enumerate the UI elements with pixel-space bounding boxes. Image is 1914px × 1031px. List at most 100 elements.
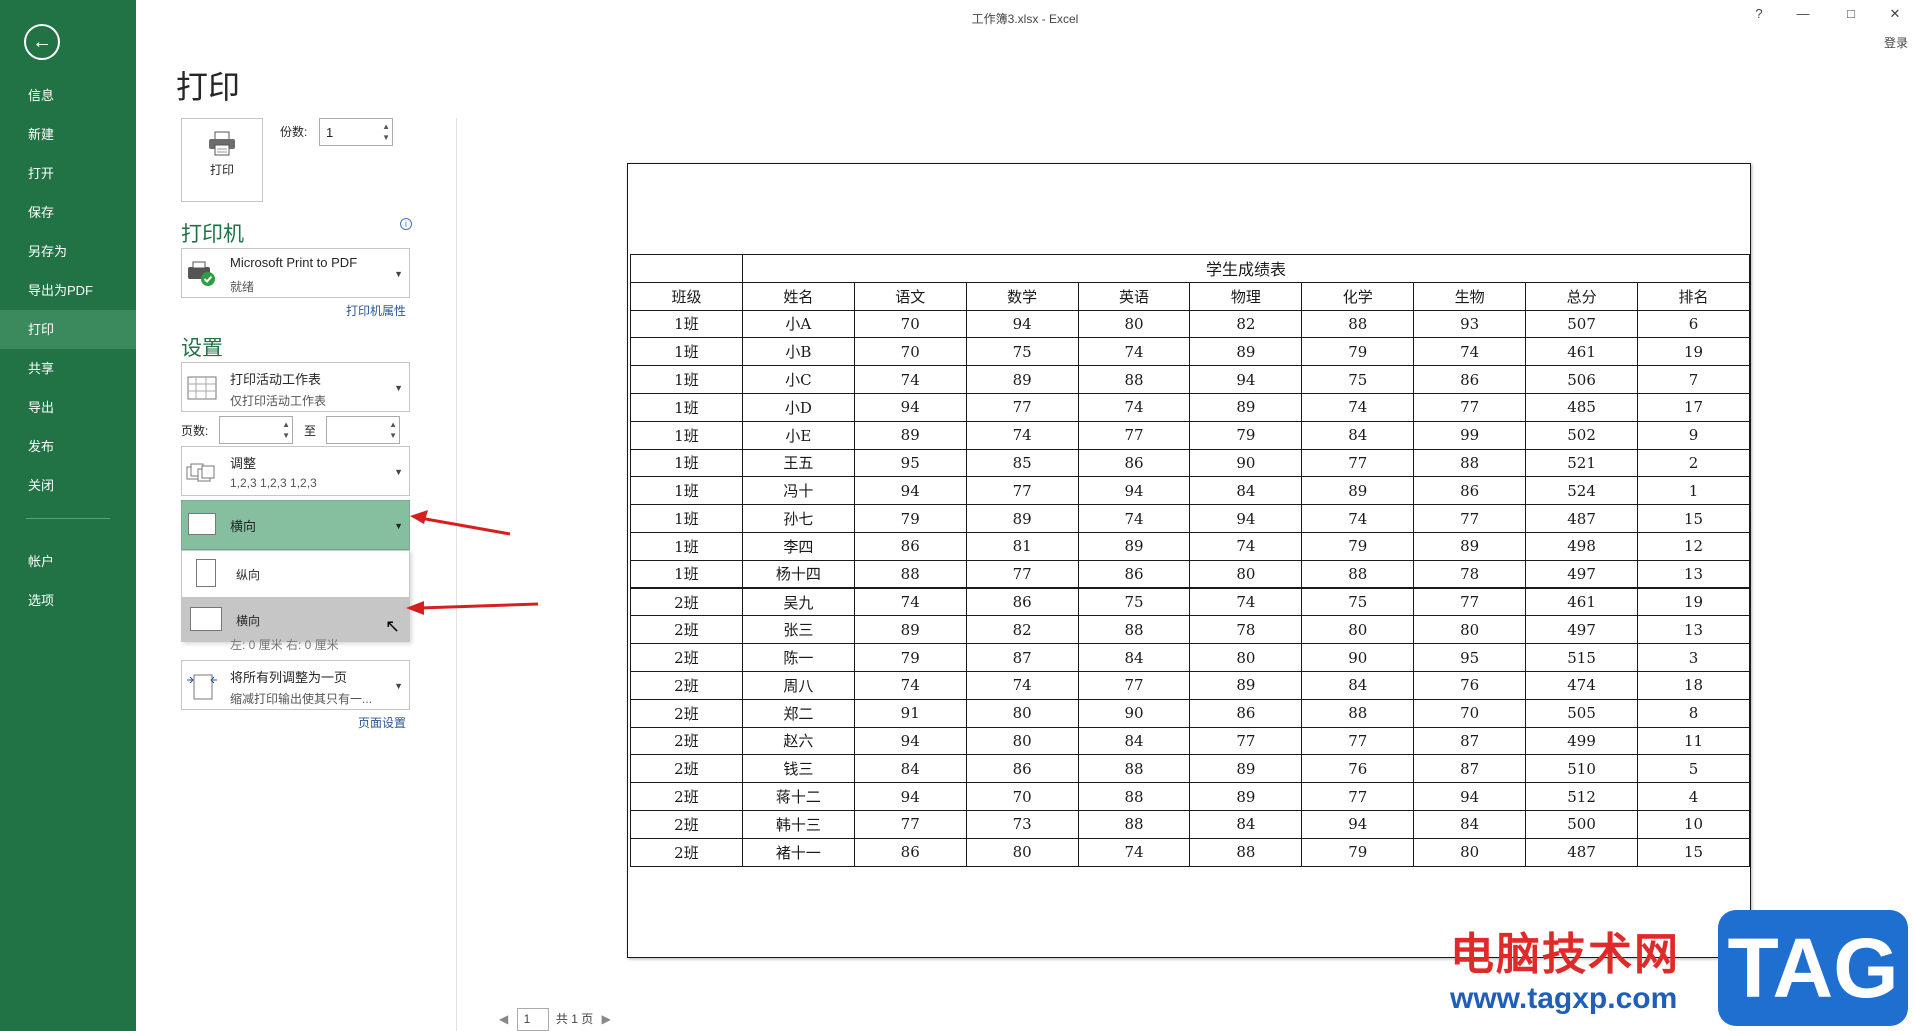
chevron-down-icon: ▼ (394, 269, 403, 279)
page-navigator: ◀ 1 共 1 页 ▶ (494, 1008, 616, 1031)
chevron-down-icon: ▼ (394, 521, 403, 531)
table-row: 2班 蒋十二 94 70 88 89 77 94 512 4 (630, 782, 1750, 811)
table-cell: 12 (1637, 531, 1750, 561)
table-cell: 80 (1301, 615, 1415, 645)
table-cell: 88 (1301, 559, 1415, 590)
table-cell: 70 (853, 337, 967, 367)
fit-columns-icon (186, 671, 218, 701)
table-cell: 88 (1077, 615, 1191, 645)
nav-item[interactable]: 共享 (0, 349, 136, 388)
page-setup-link[interactable]: 页面设置 (358, 714, 406, 731)
table-cell: 524 (1525, 476, 1639, 506)
table-cell: 19 (1637, 587, 1750, 617)
table-cell: 89 (1189, 754, 1303, 784)
table-cell: 77 (1413, 392, 1527, 422)
nav-item[interactable]: 关闭 (0, 466, 136, 505)
annotation-arrowhead-1 (410, 510, 428, 524)
login-link[interactable]: 登录 (1884, 34, 1908, 51)
sheet-grid-icon (186, 373, 218, 403)
prev-page-icon[interactable]: ◀ (499, 1012, 508, 1026)
stepper-arrows-icon[interactable]: ▲ ▼ (389, 419, 397, 441)
nav-item[interactable]: 帐户 (0, 542, 136, 581)
orientation-dropdown[interactable]: 横向 ▼ (181, 500, 410, 550)
stepper-arrows-icon[interactable]: ▲ ▼ (282, 419, 290, 441)
table-cell: 82 (1189, 309, 1303, 339)
table-row: 1班 小A 70 94 80 82 88 93 507 6 (630, 309, 1750, 339)
table-cell: 74 (1077, 504, 1191, 533)
nav-item[interactable]: 选项 (0, 581, 136, 620)
table-cell: 70 (965, 782, 1079, 811)
table-cell: 94 (1189, 504, 1303, 533)
table-cell: 77 (1301, 782, 1415, 811)
table-cell: 77 (1077, 420, 1191, 450)
table-cell: 77 (1413, 504, 1527, 533)
table-cell: 74 (1189, 531, 1303, 561)
table-cell: 89 (965, 365, 1079, 394)
landscape-page-icon (190, 607, 222, 631)
info-icon[interactable]: i (400, 218, 412, 230)
table-cell: 94 (965, 309, 1079, 339)
printer-name: Microsoft Print to PDF (230, 255, 358, 270)
table-cell: 81 (965, 531, 1079, 561)
nav-item[interactable]: 打印 (0, 310, 136, 349)
pages-from-field[interactable]: ▲ ▼ (219, 416, 293, 444)
nav-item[interactable]: 导出 (0, 388, 136, 427)
table-cell: 74 (853, 587, 967, 617)
printer-dropdown[interactable]: Microsoft Print to PDF 就绪 ▼ (181, 248, 410, 298)
table-cell: 79 (1301, 837, 1415, 867)
help-icon[interactable]: ? (1744, 6, 1774, 21)
close-icon[interactable]: ✕ (1880, 6, 1910, 22)
scaling-dropdown[interactable]: 将所有列调整为一页 缩减打印输出使其只有一... ▼ (181, 660, 410, 710)
copies-stepper[interactable]: 1 ▲ ▼ (319, 118, 393, 146)
table-cell: 79 (853, 504, 967, 533)
print-button[interactable]: 打印 (181, 118, 263, 202)
collate-dropdown[interactable]: 调整 1,2,3 1,2,3 1,2,3 ▼ (181, 446, 410, 496)
table-cell: 89 (1413, 531, 1527, 561)
table-cell: 89 (965, 504, 1079, 533)
table-row: 2班 褚十一 86 80 74 88 79 80 487 15 (630, 837, 1750, 867)
minimize-icon[interactable]: — (1788, 6, 1818, 21)
table-cell: 94 (853, 726, 967, 756)
orientation-option-portrait[interactable]: 纵向 (182, 551, 409, 595)
table-cell: 74 (1077, 392, 1191, 422)
current-page-field[interactable]: 1 (516, 1008, 549, 1031)
table-cell: 赵六 (741, 726, 855, 756)
table-cell: 1班 (630, 392, 743, 422)
table-cell: 77 (965, 476, 1079, 506)
maximize-icon[interactable]: □ (1836, 6, 1866, 21)
table-row: 2班 赵六 94 80 84 77 77 87 499 11 (630, 726, 1750, 756)
print-preview-page: 学生成绩表 班级 姓名 语文 数学 英语 物理 化学 生物 总分 排名 1班 小A 70 94 80 82 88 9… (627, 163, 1751, 958)
nav-item[interactable]: 新建 (0, 115, 136, 154)
table-cell: 89 (853, 420, 967, 450)
nav-item[interactable]: 导出为PDF (0, 271, 136, 310)
table-row: 2班 陈一 79 87 84 80 90 95 515 3 (630, 643, 1750, 672)
back-arrow-icon[interactable]: ← (24, 24, 60, 60)
table-cell: 89 (1189, 782, 1303, 811)
table-cell: 461 (1525, 587, 1639, 617)
stepper-arrows-icon[interactable]: ▲ ▼ (382, 121, 390, 143)
orientation-option-landscape[interactable]: 横向 (182, 597, 409, 641)
printer-properties-link[interactable]: 打印机属性 (346, 302, 406, 319)
table-cell: 88 (1301, 698, 1415, 728)
nav-item[interactable]: 保存 (0, 193, 136, 232)
nav-item[interactable]: 信息 (0, 76, 136, 115)
nav-item[interactable]: 另存为 (0, 232, 136, 271)
collate-sub: 1,2,3 1,2,3 1,2,3 (230, 476, 317, 490)
table-cell: 80 (1077, 309, 1191, 339)
table-cell: 80 (965, 726, 1079, 756)
print-scope-dropdown[interactable]: 打印活动工作表 仅打印活动工作表 ▼ (181, 362, 410, 412)
table-cell: 李四 (741, 531, 855, 561)
table-row: 1班 小E 89 74 77 79 84 99 502 9 (630, 420, 1750, 450)
orientation-option-label: 纵向 (236, 568, 261, 582)
table-cell: 498 (1525, 531, 1639, 561)
pages-to-field[interactable]: ▲ ▼ (326, 416, 400, 444)
next-page-icon[interactable]: ▶ (602, 1012, 611, 1026)
column-header: 化学 (1301, 281, 1415, 311)
table-cell: 74 (965, 420, 1079, 450)
printer-ready-icon (186, 259, 218, 289)
table-cell: 84 (1301, 670, 1415, 700)
table-cell: 512 (1525, 782, 1639, 811)
nav-item[interactable]: 发布 (0, 427, 136, 466)
chevron-down-icon: ▼ (394, 681, 403, 691)
nav-item[interactable]: 打开 (0, 154, 136, 193)
